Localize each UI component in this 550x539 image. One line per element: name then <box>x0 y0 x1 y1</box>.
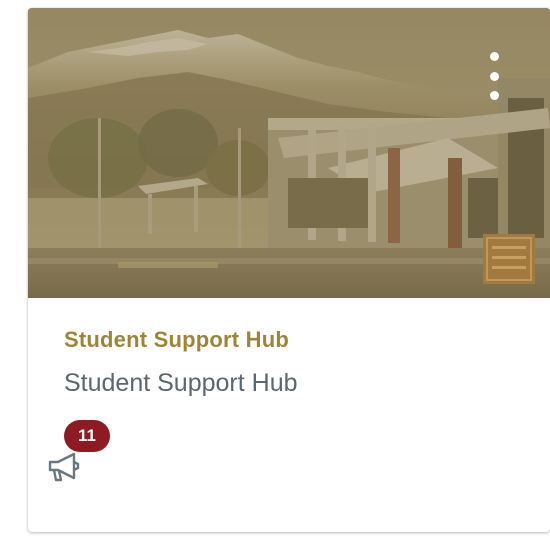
course-card-content: Student Support Hub Student Support Hub <box>64 326 530 398</box>
campus-photo <box>28 8 550 298</box>
course-code-link[interactable]: Student Support Hub <box>64 326 530 354</box>
announcements-button[interactable]: 11 <box>44 420 134 500</box>
card-options-button[interactable] <box>482 48 506 104</box>
course-card-hero-image[interactable] <box>28 8 550 298</box>
unread-announcements-badge: 11 <box>64 420 110 452</box>
kebab-vertical-icon <box>489 52 499 61</box>
megaphone-icon <box>48 452 80 482</box>
course-name: Student Support Hub <box>64 369 298 397</box>
